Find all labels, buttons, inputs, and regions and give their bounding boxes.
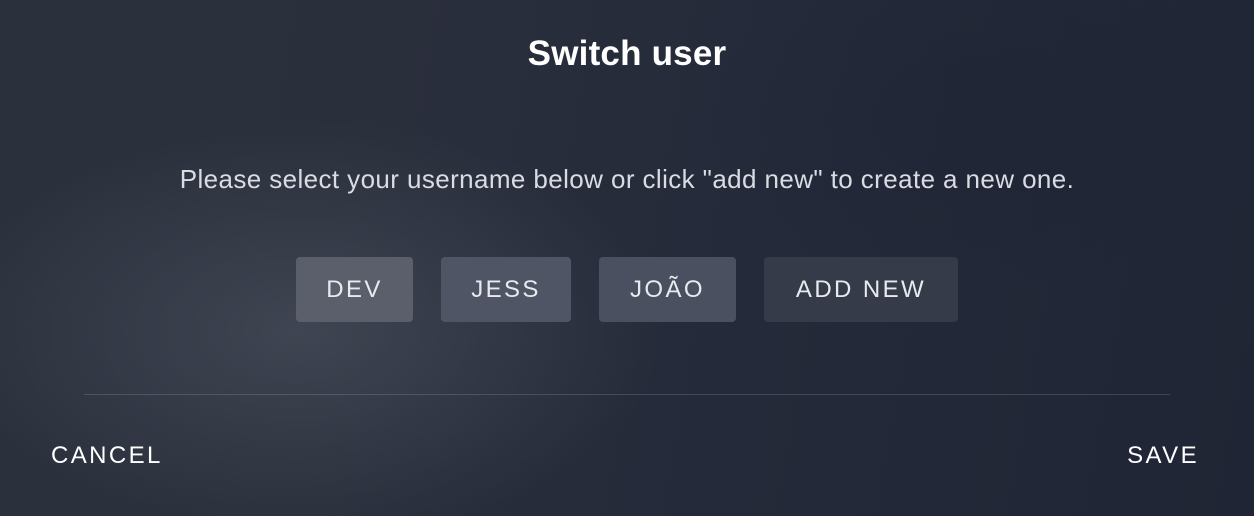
- dialog-title: Switch user: [527, 34, 727, 73]
- cancel-button[interactable]: CANCEL: [51, 442, 163, 470]
- user-list: DEV JESS JOÃO ADD NEW: [0, 257, 1254, 322]
- dialog-message: Please select your username below or cli…: [179, 164, 1075, 194]
- user-button-joao[interactable]: JOÃO: [599, 257, 736, 322]
- user-button-jess[interactable]: JESS: [441, 257, 571, 322]
- switch-user-dialog: Switch user Please select your username …: [0, 0, 1254, 516]
- add-new-user-button[interactable]: ADD NEW: [764, 257, 958, 322]
- user-button-dev[interactable]: DEV: [296, 257, 413, 322]
- save-button[interactable]: SAVE: [1127, 442, 1199, 470]
- footer-divider: [84, 394, 1170, 395]
